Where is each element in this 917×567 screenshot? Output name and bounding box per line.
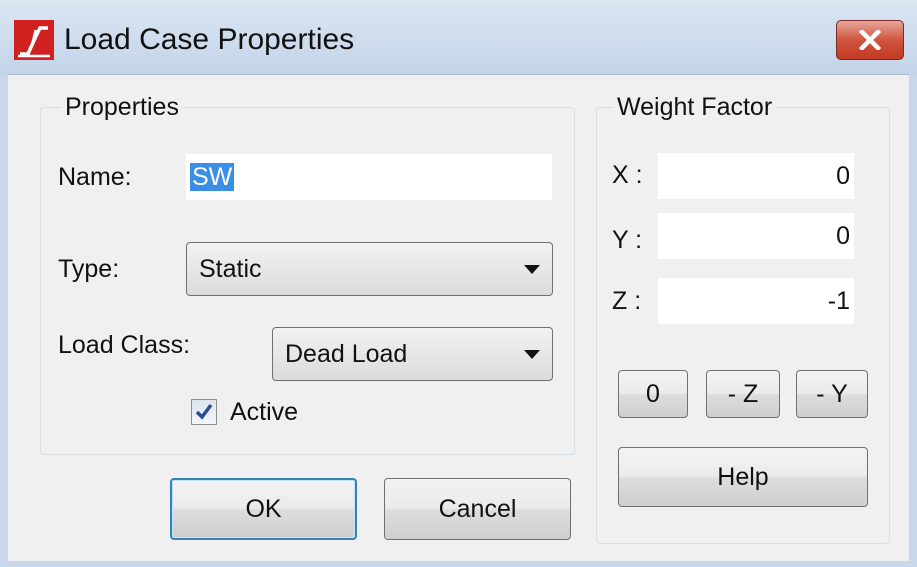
window-title: Load Case Properties xyxy=(64,23,355,56)
z-label: Z : xyxy=(612,287,642,315)
app-logo-icon xyxy=(14,20,54,60)
y-weight-value: 0 xyxy=(836,222,850,250)
ok-button-label: OK xyxy=(245,495,282,523)
zero-button-label: 0 xyxy=(646,380,660,408)
weight-factor-group-label: Weight Factor xyxy=(613,92,777,122)
cancel-button-label: Cancel xyxy=(438,495,517,523)
type-value: Static xyxy=(199,255,262,283)
load-class-value: Dead Load xyxy=(285,340,408,368)
chevron-down-icon xyxy=(524,265,540,274)
active-checkbox[interactable] xyxy=(191,399,217,425)
y-label: Y : xyxy=(612,226,643,254)
chevron-down-icon xyxy=(524,350,540,359)
name-label: Name: xyxy=(58,163,132,191)
minus-z-button[interactable]: - Z xyxy=(706,370,780,418)
zero-button[interactable]: 0 xyxy=(618,370,688,418)
active-label: Active xyxy=(230,398,299,426)
close-x-icon xyxy=(859,30,881,50)
x-weight-value: 0 xyxy=(836,162,850,190)
y-weight-field[interactable]: 0 xyxy=(658,213,854,259)
name-field[interactable]: SW xyxy=(186,154,552,200)
type-label: Type: xyxy=(58,255,120,283)
z-weight-value: -1 xyxy=(827,287,850,315)
load-class-dropdown[interactable]: Dead Load xyxy=(272,327,553,381)
minus-y-button-label: - Y xyxy=(816,380,848,408)
x-label: X : xyxy=(612,161,643,189)
minus-z-button-label: - Z xyxy=(727,380,759,408)
close-button[interactable] xyxy=(836,20,904,60)
help-button[interactable]: Help xyxy=(618,447,868,507)
window-frame-left xyxy=(0,74,8,567)
window-frame-right xyxy=(909,74,917,567)
window-frame-bottom xyxy=(0,561,917,567)
type-dropdown[interactable]: Static xyxy=(186,242,553,296)
checkmark-icon xyxy=(195,403,213,420)
ok-button[interactable]: OK xyxy=(170,478,357,540)
x-weight-field[interactable]: 0 xyxy=(658,153,854,199)
properties-group-label: Properties xyxy=(61,92,183,122)
load-class-label: Load Class: xyxy=(58,331,191,359)
cancel-button[interactable]: Cancel xyxy=(384,478,571,540)
minus-y-button[interactable]: - Y xyxy=(796,370,868,418)
load-case-dialog: Load Case Properties Properties Name: SW… xyxy=(0,0,917,567)
z-weight-field[interactable]: -1 xyxy=(658,278,854,324)
title-bar[interactable]: Load Case Properties xyxy=(0,0,917,75)
name-value: SW xyxy=(190,163,235,191)
help-button-label: Help xyxy=(717,463,769,491)
